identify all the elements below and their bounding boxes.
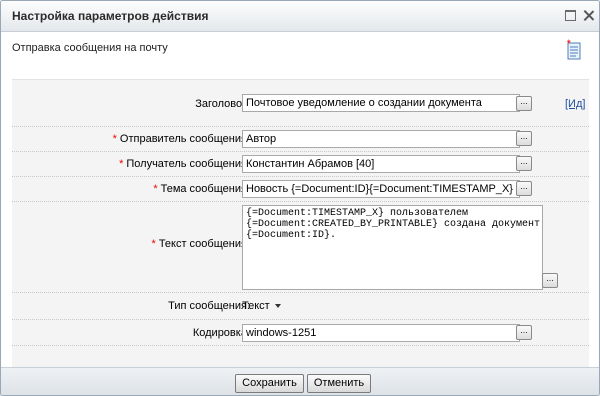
header-row: Заголовок: Почтовое уведомление о создан… (12, 80, 589, 127)
subject-row: * Тема сообщения: Новость {=Document:ID}{… (12, 176, 589, 202)
body-label-text: Текст сообщения: (158, 238, 250, 250)
recipient-browse-button[interactable]: ... (516, 156, 532, 171)
type-row: Тип сообщения: Текст (12, 292, 589, 320)
encoding-browse-button[interactable]: ... (516, 325, 532, 340)
required-mark: * (119, 158, 124, 170)
body-browse-button[interactable]: ... (542, 273, 558, 288)
dialog-title: Настройка параметров действия (12, 9, 209, 23)
encoding-input[interactable]: windows-1251 (242, 324, 520, 342)
type-select[interactable]: Текст (242, 298, 281, 314)
close-icon[interactable] (583, 10, 594, 21)
required-mark: * (112, 133, 117, 145)
dialog-footer: Сохранить Отменить (1, 367, 599, 395)
sender-row: * Отправитель сообщения: Автор ... (12, 126, 589, 152)
recipient-label: * Получатель сообщения: (119, 158, 250, 170)
save-button[interactable]: Сохранить (235, 374, 304, 393)
sender-label-text: Отправитель сообщения: (119, 133, 250, 145)
header-id-link[interactable]: [Ид] (565, 98, 585, 110)
dropdown-arrow-icon (274, 304, 281, 309)
sender-browse-button[interactable]: ... (516, 131, 532, 146)
encoding-row: Кодировка: windows-1251 ... (12, 319, 589, 346)
maximize-icon[interactable] (565, 10, 576, 21)
action-settings-dialog: Настройка параметров действия Отправка с… (0, 0, 600, 396)
subject-label-text: Тема сообщения: (160, 183, 250, 195)
header-input[interactable]: Почтовое уведомление о создании документ… (242, 94, 520, 112)
id-link-text[interactable]: [Ид] (565, 98, 585, 110)
body-label: * Текст сообщения: (152, 238, 250, 250)
required-mark: * (153, 183, 158, 195)
recipient-input[interactable]: Константин Абрамов [40] (242, 155, 520, 173)
header-browse-button[interactable]: ... (516, 96, 532, 111)
dialog-titlebar[interactable]: Настройка параметров действия (1, 1, 599, 32)
required-mark: * (151, 238, 156, 250)
cancel-button[interactable]: Отменить (307, 374, 371, 393)
subject-input[interactable]: Новость {=Document:ID}{=Document:TIMESTA… (242, 180, 520, 198)
sender-label: * Отправитель сообщения: (113, 133, 250, 145)
type-select-value: Текст (242, 300, 270, 312)
parameters-panel: Заголовок: Почтовое уведомление о создан… (12, 79, 589, 368)
recipient-row: * Получатель сообщения: Константин Абрамо… (12, 151, 589, 177)
recipient-label-text: Получатель сообщения: (126, 158, 250, 170)
body-row: * Текст сообщения: {=Document:TIMESTAMP_X… (12, 201, 589, 293)
subject-browse-button[interactable]: ... (516, 181, 532, 196)
type-label: Тип сообщения: (168, 300, 250, 312)
document-icon (566, 39, 581, 60)
action-subtitle: Отправка сообщения на почту (12, 42, 168, 54)
subject-label: * Тема сообщения: (153, 183, 250, 195)
body-textarea[interactable]: {=Document:TIMESTAMP_X} пользователем {=… (242, 205, 543, 290)
sender-input[interactable]: Автор (242, 130, 520, 148)
